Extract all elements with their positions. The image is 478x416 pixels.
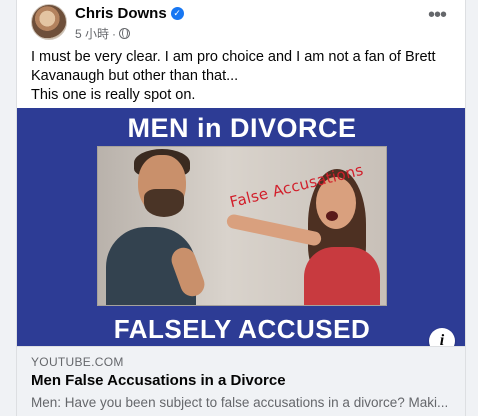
link-image[interactable]: MEN in DIVORCE False Accusations FALSELY… [17, 108, 465, 346]
author-name-row: Chris Downs ✓ [75, 5, 184, 22]
post-text-line-1: I must be very clear. I am pro choice an… [31, 49, 436, 84]
link-domain: YOUTUBE.COM [31, 355, 124, 369]
author-avatar[interactable] [31, 4, 67, 40]
author-name[interactable]: Chris Downs [75, 5, 167, 22]
man-beard [144, 189, 184, 217]
more-options-icon[interactable]: ••• [423, 5, 451, 28]
post-timestamp[interactable]: 5 小時 [75, 25, 109, 42]
couple-arguing-photo: False Accusations [97, 146, 387, 306]
image-heading-bottom: FALSELY ACCUSED [113, 314, 371, 344]
image-heading-top: MEN in DIVORCE [127, 113, 357, 143]
woman-mouth [326, 211, 338, 221]
post-card: Chris Downs ✓ 5 小時 · ••• I must be very … [16, 0, 466, 416]
link-title[interactable]: Men False Accusations in a Divorce [31, 372, 286, 389]
post-meta: 5 小時 · [75, 25, 131, 42]
post-body: I must be very clear. I am pro choice an… [31, 48, 451, 105]
post-text-line-2: This one is really spot on. [31, 87, 196, 103]
meta-separator: · [112, 26, 117, 41]
link-preview[interactable]: YOUTUBE.COM Men False Accusations in a D… [17, 346, 465, 416]
post-header: Chris Downs ✓ 5 小時 · ••• [31, 4, 451, 42]
globe-icon [119, 28, 131, 39]
verified-badge-icon: ✓ [170, 7, 184, 20]
woman-figure [304, 247, 380, 305]
link-description: Men: Have you been subject to false accu… [31, 395, 449, 410]
